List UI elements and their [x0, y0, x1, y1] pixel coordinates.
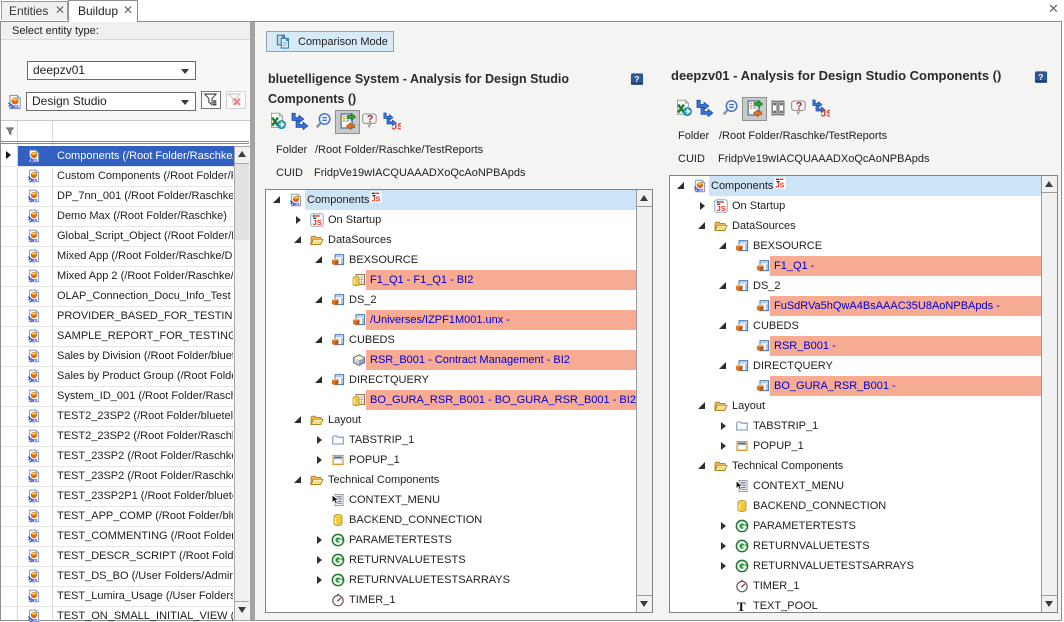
svg-text:?: ? — [796, 101, 802, 113]
svg-text:T: T — [737, 599, 746, 613]
svg-text:JS: JS — [716, 204, 725, 213]
svg-text:?: ? — [1038, 72, 1043, 82]
svg-text:JS: JS — [776, 182, 785, 189]
svg-text:JS: JS — [312, 218, 321, 227]
svg-text:?: ? — [634, 74, 639, 84]
svg-text:JS: JS — [372, 196, 381, 203]
svg-text:?: ? — [367, 114, 373, 126]
svg-text:JS: JS — [821, 109, 830, 117]
svg-text:JS: JS — [392, 122, 401, 130]
